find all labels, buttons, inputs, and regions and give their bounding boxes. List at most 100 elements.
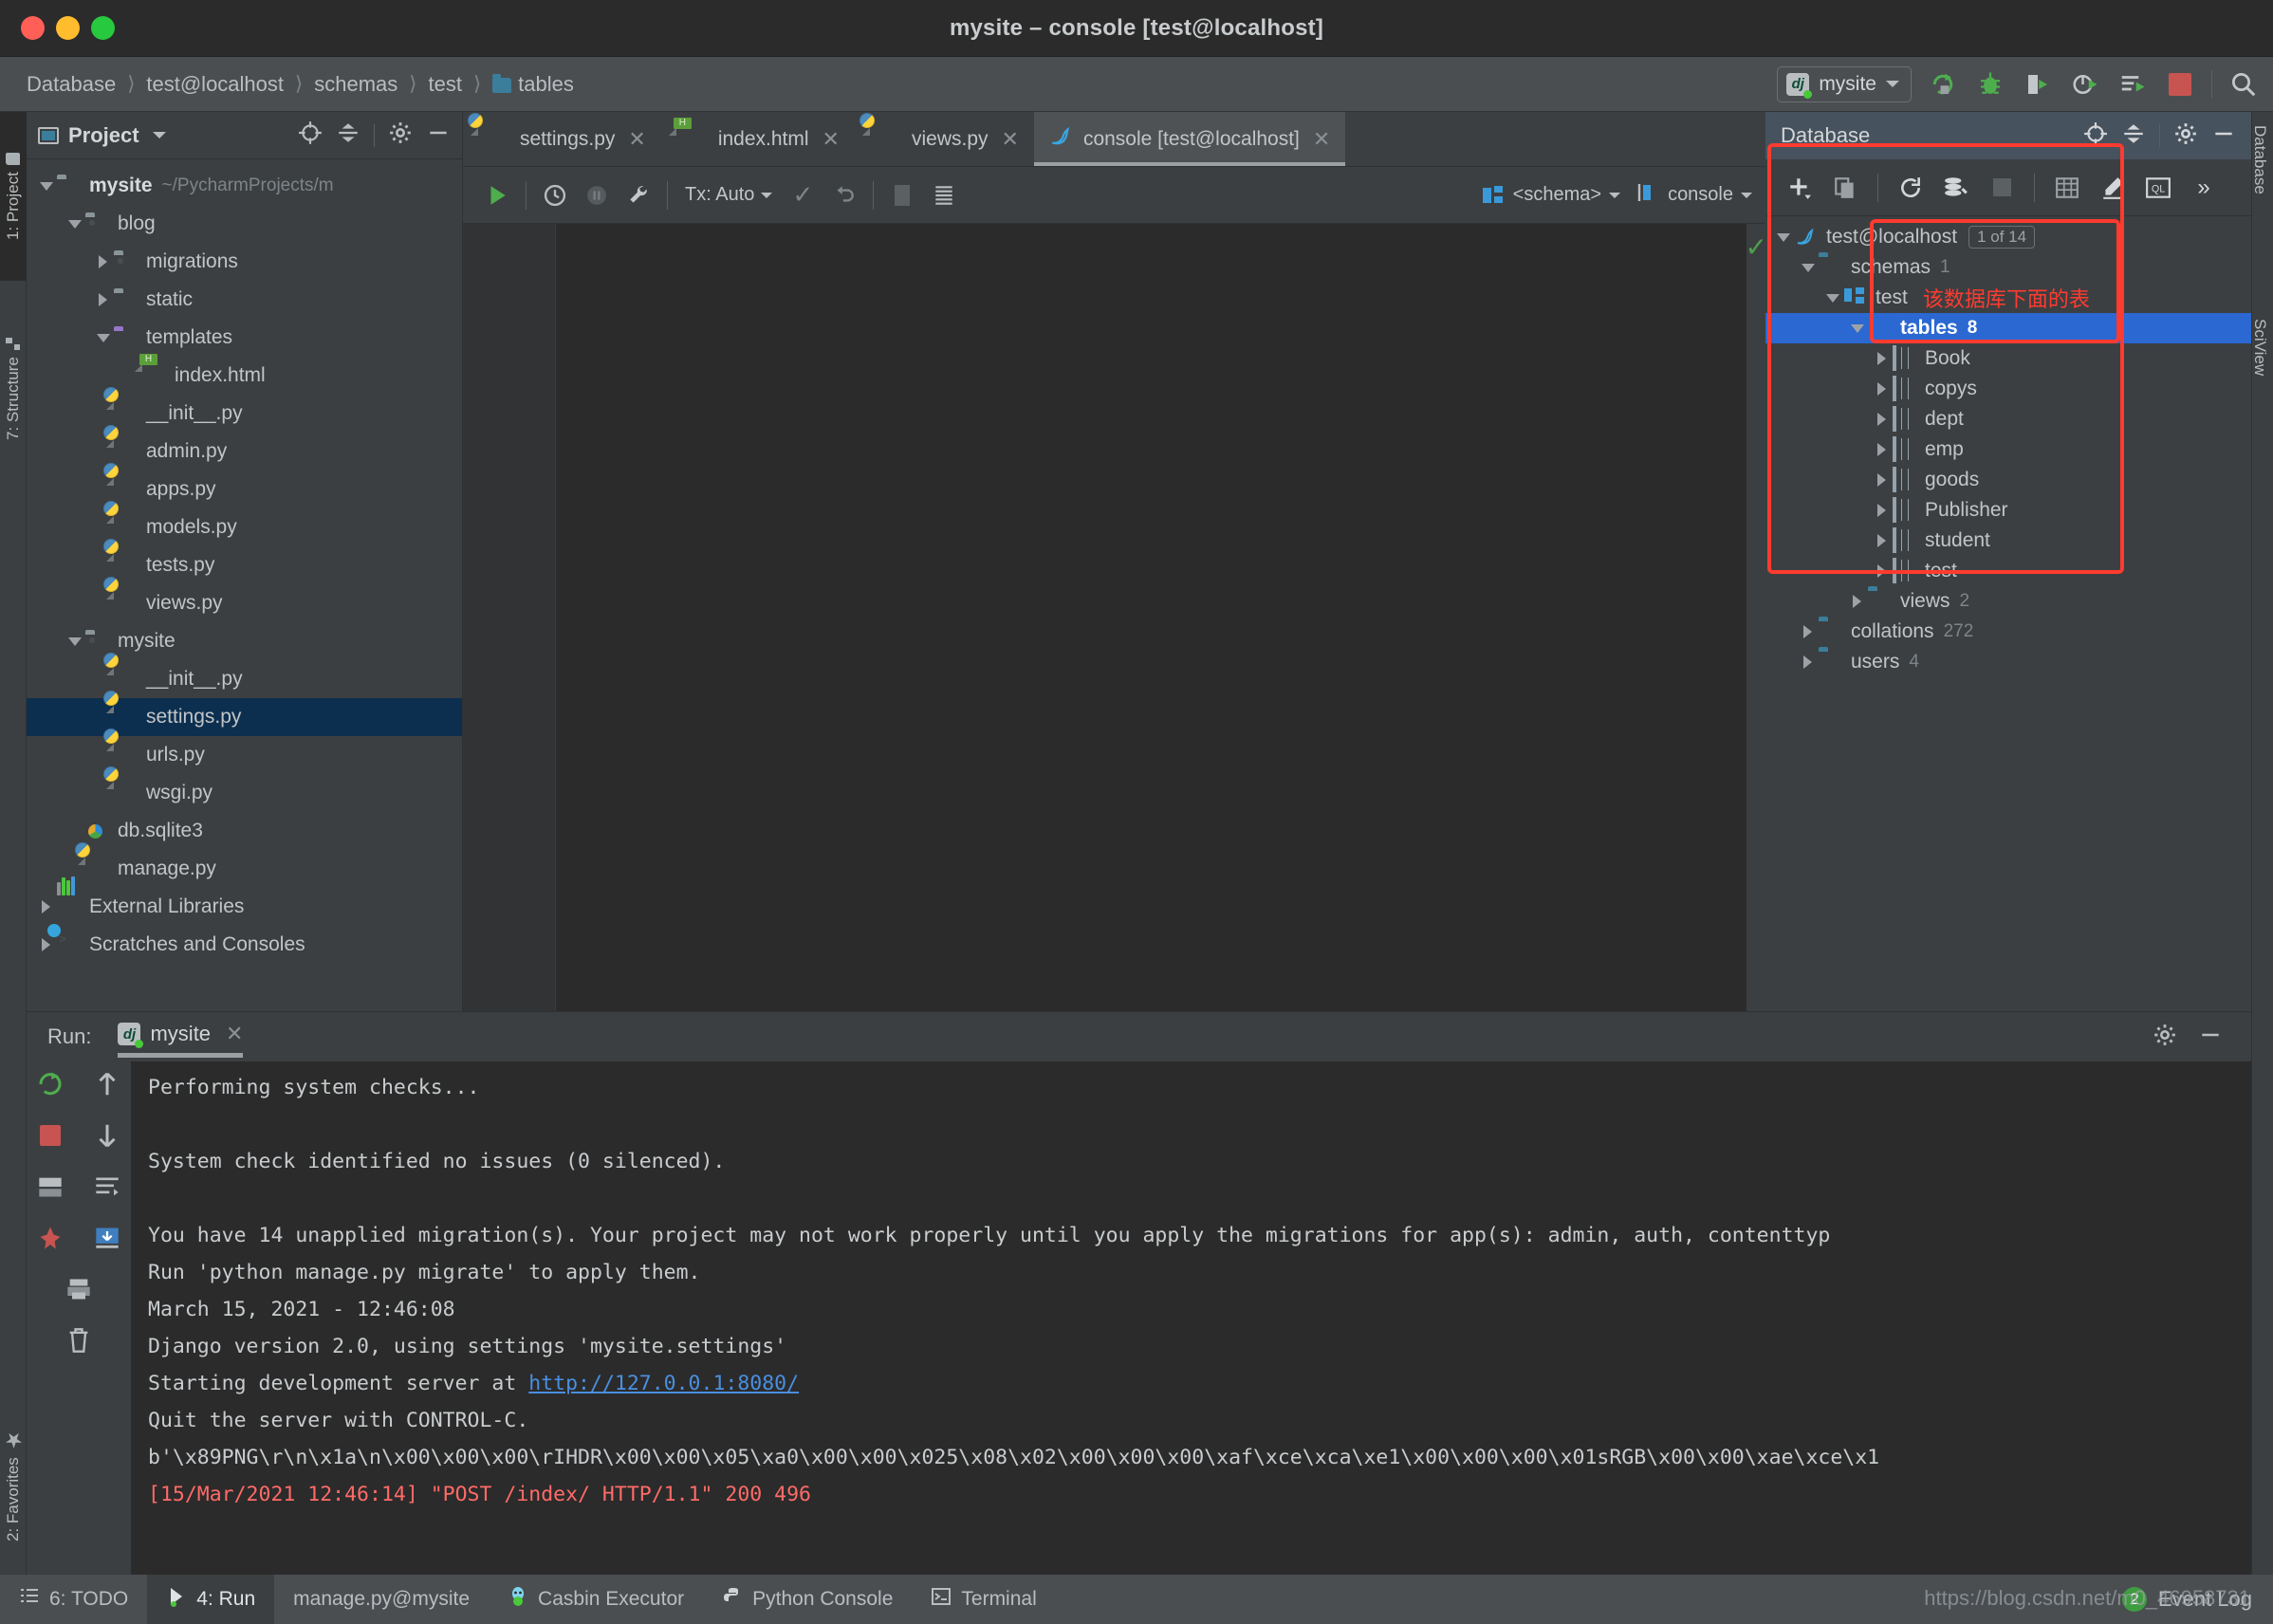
close-icon[interactable]: ✕ — [1002, 127, 1019, 152]
scroll-up-icon[interactable] — [90, 1067, 124, 1101]
table-editor-icon[interactable] — [2046, 167, 2088, 209]
profile-icon[interactable] — [2069, 68, 2101, 101]
console-text-area[interactable] — [556, 224, 1765, 1011]
gear-icon[interactable] — [2153, 1023, 2177, 1052]
scroll-to-end-icon[interactable] — [90, 1221, 124, 1255]
editor-tab[interactable]: settings.py ✕ — [463, 112, 661, 166]
status-item-casbin[interactable]: Casbin Executor — [489, 1575, 703, 1624]
database-tree-item[interactable]: collations 272 — [1765, 617, 2251, 647]
chevron-down-icon[interactable] — [1773, 227, 1794, 248]
refresh-icon[interactable] — [1890, 167, 1931, 209]
database-tree-item[interactable]: tables 8 — [1765, 313, 2251, 343]
project-tree-item[interactable]: urls.py — [27, 736, 462, 774]
chevron-down-icon[interactable] — [65, 631, 85, 652]
modify-icon[interactable] — [2092, 167, 2134, 209]
project-tree-item[interactable]: admin.py — [27, 433, 462, 471]
history-icon[interactable] — [534, 175, 576, 216]
locate-icon[interactable] — [2083, 121, 2108, 151]
chevron-right-icon[interactable] — [1798, 652, 1819, 673]
database-tree-item[interactable]: emp — [1765, 434, 2251, 465]
breadcrumb-item-schemas[interactable]: schemas — [308, 72, 403, 97]
database-tree-item[interactable]: test 该数据库下面的表 — [1765, 283, 2251, 313]
table-icon[interactable] — [923, 175, 965, 216]
close-icon[interactable]: ✕ — [822, 127, 840, 152]
debug-icon[interactable] — [1974, 68, 2006, 101]
rollback-icon[interactable] — [823, 175, 865, 216]
chevron-right-icon[interactable] — [36, 934, 57, 955]
print-icon[interactable] — [33, 1170, 67, 1204]
commit-icon[interactable]: ✓ — [782, 175, 823, 216]
chevron-right-icon[interactable] — [1872, 378, 1893, 399]
project-tree-item[interactable]: db.sqlite3 — [27, 812, 462, 850]
status-item-run[interactable]: 4: Run — [147, 1575, 275, 1624]
wrench-icon[interactable] — [618, 175, 659, 216]
execute-icon[interactable] — [476, 175, 518, 216]
breadcrumb-item-database[interactable]: Database — [21, 72, 121, 97]
status-item-manage-py[interactable]: manage.py@mysite — [274, 1575, 489, 1624]
chevron-right-icon[interactable] — [1872, 439, 1893, 460]
chevron-right-icon[interactable] — [1872, 500, 1893, 521]
stop-icon[interactable] — [1981, 167, 2023, 209]
database-tree-item[interactable]: views 2 — [1765, 586, 2251, 617]
chevron-right-icon[interactable] — [1872, 348, 1893, 369]
chevron-down-icon[interactable] — [36, 175, 57, 196]
search-icon[interactable] — [2227, 68, 2260, 101]
project-tree-item[interactable]: mysite — [27, 622, 462, 660]
query-console-icon[interactable]: QL — [2137, 167, 2179, 209]
database-tree-item[interactable]: goods — [1765, 465, 2251, 495]
chevron-right-icon[interactable] — [1872, 530, 1893, 551]
close-icon[interactable]: ✕ — [628, 127, 645, 152]
breadcrumb-item-host[interactable]: test@localhost — [140, 72, 289, 97]
chevron-right-icon[interactable] — [1872, 561, 1893, 581]
database-tree-item[interactable]: Publisher — [1765, 495, 2251, 526]
scroll-down-icon[interactable] — [90, 1118, 124, 1153]
chevron-down-icon[interactable] — [93, 327, 114, 348]
database-tree-item[interactable]: Book — [1765, 343, 2251, 374]
chevron-right-icon[interactable] — [93, 289, 114, 310]
editor-tab[interactable]: views.py ✕ — [855, 112, 1034, 166]
locate-icon[interactable] — [298, 120, 323, 150]
database-tree-item[interactable]: users 4 — [1765, 647, 2251, 677]
breadcrumb-item-tables[interactable]: tables — [487, 72, 580, 97]
chevron-right-icon[interactable] — [93, 251, 114, 272]
run-tab-mysite[interactable]: dj mysite ✕ — [118, 1022, 244, 1058]
sidebar-item-project[interactable]: 1: Project — [0, 112, 27, 281]
pin-icon[interactable] — [33, 1221, 67, 1255]
hide-icon[interactable] — [2211, 121, 2236, 151]
schema-selector[interactable]: <schema> — [1482, 184, 1621, 206]
server-url-link[interactable]: http://127.0.0.1:8080/ — [528, 1372, 799, 1395]
chevron-right-icon[interactable] — [1847, 591, 1868, 612]
rerun-icon[interactable] — [1927, 68, 1959, 101]
chevron-right-icon[interactable] — [1872, 409, 1893, 430]
session-selector[interactable]: console — [1637, 182, 1752, 209]
more-icon[interactable]: » — [2183, 167, 2225, 209]
project-tree-item[interactable]: __init__.py — [27, 660, 462, 698]
project-tree-item[interactable]: Scratches and Consoles — [27, 926, 462, 964]
hide-icon[interactable] — [426, 120, 451, 150]
collapse-all-icon[interactable] — [336, 120, 360, 150]
chevron-down-icon[interactable] — [65, 213, 85, 234]
status-item-python-console[interactable]: Python Console — [703, 1575, 912, 1624]
database-tree-item[interactable]: test — [1765, 556, 2251, 586]
project-tree-item[interactable]: wsgi.py — [27, 774, 462, 812]
status-item-terminal[interactable]: Terminal — [912, 1575, 1055, 1624]
sidebar-item-structure[interactable]: 7: Structure — [0, 288, 27, 489]
project-tree-item[interactable]: blog — [27, 205, 462, 243]
hide-icon[interactable] — [2198, 1023, 2230, 1052]
breadcrumb-item-test[interactable]: test — [422, 72, 467, 97]
run-configuration-selector[interactable]: dj mysite — [1777, 65, 1912, 102]
db-settings-icon[interactable] — [1935, 167, 1977, 209]
database-tree-item[interactable]: schemas 1 — [1765, 252, 2251, 283]
coverage-icon[interactable] — [2022, 68, 2054, 101]
chevron-down-icon[interactable] — [152, 132, 166, 138]
chevron-down-icon[interactable] — [1798, 257, 1819, 278]
gear-icon[interactable] — [2173, 121, 2198, 151]
project-tree-item[interactable]: models.py — [27, 508, 462, 546]
close-icon[interactable]: ✕ — [1313, 127, 1330, 152]
project-tree-item[interactable]: tests.py — [27, 546, 462, 584]
project-tree-item[interactable]: settings.py — [27, 698, 462, 736]
gear-icon[interactable] — [388, 120, 413, 150]
console-editor-body[interactable] — [463, 224, 1765, 1011]
rerun-icon[interactable] — [33, 1067, 67, 1101]
stop-icon[interactable] — [33, 1118, 67, 1153]
